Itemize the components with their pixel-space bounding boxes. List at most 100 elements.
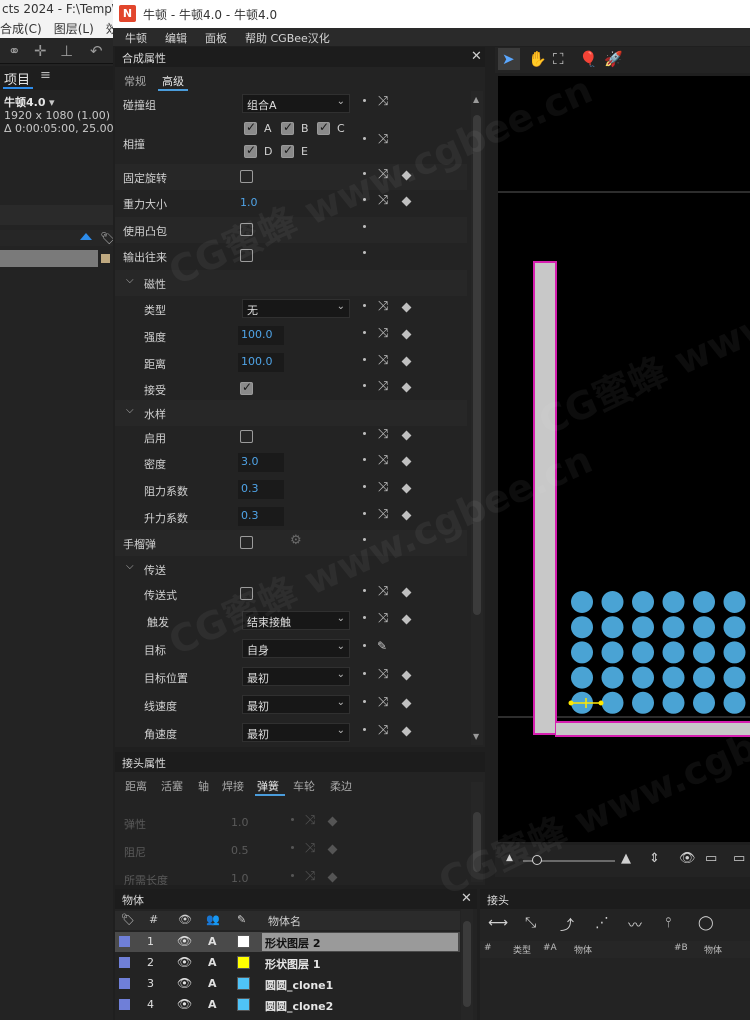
zoom-out-icon[interactable]: ▲ bbox=[506, 853, 513, 863]
object-row[interactable]: 3 👁 A 圆圆_clone1 bbox=[115, 974, 460, 994]
collide-b-checkbox[interactable] bbox=[281, 120, 294, 135]
linear-velocity-select[interactable]: 最初 ⌄ bbox=[242, 695, 350, 714]
pick-whip-icon[interactable]: ✎ bbox=[377, 639, 387, 653]
zoom-fit-icon[interactable]: ⇕ bbox=[649, 851, 660, 866]
zoom-in-icon[interactable]: ▲ bbox=[621, 851, 631, 866]
keyframe-diamond-icon[interactable] bbox=[401, 483, 412, 494]
grenade-checkbox[interactable] bbox=[240, 536, 253, 549]
tab-distance[interactable]: 距离 bbox=[125, 778, 147, 794]
reset-dot-icon[interactable] bbox=[363, 458, 366, 461]
scroll-thumb[interactable] bbox=[463, 921, 471, 1007]
ball[interactable] bbox=[632, 616, 654, 639]
marquee-select-icon[interactable]: ⛶ bbox=[553, 50, 564, 68]
ball[interactable] bbox=[723, 641, 746, 664]
shuffle-icon[interactable]: ⤨ bbox=[378, 353, 388, 368]
selection-arrow-icon[interactable]: ➤ bbox=[502, 50, 515, 68]
chevron-down-icon[interactable]: ⌵ bbox=[126, 405, 134, 416]
tab-advanced[interactable]: 高级 bbox=[162, 73, 184, 89]
reset-dot-icon[interactable] bbox=[363, 644, 366, 647]
ball[interactable] bbox=[571, 616, 593, 639]
ball[interactable] bbox=[662, 616, 685, 639]
scroll-down-icon[interactable]: ▼ bbox=[473, 732, 479, 741]
angular-velocity-select[interactable]: 最初 ⌄ bbox=[242, 723, 350, 742]
ball[interactable] bbox=[601, 691, 624, 714]
fixed-rotation-checkbox[interactable] bbox=[240, 170, 253, 183]
ball[interactable] bbox=[632, 591, 654, 613]
keyframe-diamond-icon[interactable] bbox=[401, 430, 412, 441]
reset-dot-icon[interactable] bbox=[363, 384, 366, 387]
rotate-icon[interactable]: ↶ bbox=[90, 42, 103, 60]
label-color-swatch[interactable] bbox=[119, 936, 130, 947]
shuffle-icon[interactable]: ⤨ bbox=[378, 326, 388, 341]
chevron-down-icon[interactable]: ⌵ bbox=[126, 561, 134, 572]
keyframe-diamond-icon[interactable] bbox=[401, 329, 412, 340]
target-position-select[interactable]: 最初 ⌄ bbox=[242, 667, 350, 686]
active-flag[interactable]: A bbox=[208, 956, 217, 969]
reset-dot-icon[interactable] bbox=[363, 616, 366, 619]
piston-joint-icon[interactable]: ⤡ bbox=[525, 915, 536, 931]
group-magnet[interactable]: ⌵ 磁性 bbox=[115, 270, 467, 296]
keyframe-diamond-icon[interactable] bbox=[401, 196, 412, 207]
objects-scrollbar[interactable] bbox=[461, 909, 473, 1020]
object-row[interactable]: 4 👁 A 圆圆_clone2 bbox=[115, 995, 460, 1015]
reset-dot-icon[interactable] bbox=[363, 331, 366, 334]
teleporter-checkbox[interactable] bbox=[240, 587, 253, 600]
magnet-distance-input[interactable]: 100.0 bbox=[238, 353, 284, 372]
keyframe-diamond-icon[interactable] bbox=[401, 587, 412, 598]
trigger-select[interactable]: 结束接触 ⌄ bbox=[242, 611, 350, 630]
wheel-joint-icon[interactable]: ⫯ bbox=[665, 915, 671, 931]
reset-dot-icon[interactable] bbox=[363, 672, 366, 675]
chevron-down-icon[interactable]: ▾ bbox=[49, 96, 55, 109]
joint-panel-scrollbar[interactable] bbox=[471, 782, 483, 882]
ball[interactable] bbox=[632, 641, 654, 664]
reset-dot-icon[interactable] bbox=[363, 512, 366, 515]
menu-help[interactable]: 帮助 CGBee汉化 bbox=[245, 30, 330, 46]
object-name[interactable]: 圆圆_clone1 bbox=[265, 977, 333, 993]
keyframe-diamond-icon[interactable] bbox=[401, 698, 412, 709]
chevron-down-icon[interactable]: ⌵ bbox=[126, 275, 134, 286]
object-color-swatch[interactable] bbox=[237, 998, 250, 1011]
shuffle-icon[interactable]: ⤨ bbox=[378, 193, 388, 208]
keyframe-diamond-icon[interactable] bbox=[401, 510, 412, 521]
reset-dot-icon[interactable] bbox=[363, 485, 366, 488]
scroll-thumb[interactable] bbox=[473, 115, 481, 615]
object-name[interactable]: 圆圆_clone2 bbox=[265, 998, 333, 1014]
hamburger-icon[interactable]: ≡ bbox=[40, 68, 51, 83]
collide-c-checkbox[interactable] bbox=[317, 120, 330, 135]
shuffle-icon[interactable]: ⤨ bbox=[378, 480, 388, 495]
tab-spring[interactable]: 弹簧 bbox=[257, 778, 279, 794]
host-menu-comp[interactable]: 合成(C) bbox=[0, 20, 42, 37]
visibility-eye-icon[interactable]: 👁 bbox=[177, 997, 192, 1011]
ball[interactable] bbox=[693, 591, 715, 613]
ball[interactable] bbox=[693, 691, 715, 714]
menu-newton[interactable]: 牛顿 bbox=[125, 30, 147, 46]
magnet-accept-checkbox[interactable] bbox=[240, 380, 253, 395]
reset-dot-icon[interactable] bbox=[363, 172, 366, 175]
water-drag-input[interactable]: 0.3 bbox=[238, 480, 284, 499]
balloon-icon[interactable]: 🎈 bbox=[579, 50, 598, 68]
preview-eye-icon[interactable]: 👁 bbox=[679, 851, 696, 866]
object-name[interactable]: 形状图层 2 bbox=[265, 935, 320, 951]
water-density-input[interactable]: 3.0 bbox=[238, 453, 284, 472]
keyframe-diamond-icon[interactable] bbox=[401, 670, 412, 681]
project-tab[interactable]: 项目 bbox=[4, 69, 30, 88]
shuffle-icon[interactable]: ⤨ bbox=[378, 167, 388, 182]
ball[interactable] bbox=[601, 641, 624, 664]
group-water[interactable]: ⌵ 水样 bbox=[115, 400, 467, 426]
ball[interactable] bbox=[662, 641, 685, 664]
ball[interactable] bbox=[601, 666, 624, 689]
export-back-checkbox[interactable] bbox=[240, 249, 253, 262]
visibility-eye-icon[interactable]: 👁 bbox=[177, 955, 192, 969]
reset-dot-icon[interactable] bbox=[363, 137, 366, 140]
ball[interactable] bbox=[723, 666, 746, 689]
keyframe-diamond-icon[interactable] bbox=[401, 456, 412, 467]
shuffle-icon[interactable]: ⤨ bbox=[378, 723, 388, 738]
keyframe-diamond-icon[interactable] bbox=[401, 382, 412, 393]
keyframe-diamond-icon[interactable] bbox=[401, 726, 412, 737]
ball[interactable] bbox=[662, 691, 685, 714]
close-icon[interactable]: ✕ bbox=[461, 891, 472, 906]
tab-general[interactable]: 常规 bbox=[124, 73, 146, 89]
ball[interactable] bbox=[723, 691, 746, 714]
ball[interactable] bbox=[571, 666, 593, 689]
label-color-swatch[interactable] bbox=[119, 978, 130, 989]
